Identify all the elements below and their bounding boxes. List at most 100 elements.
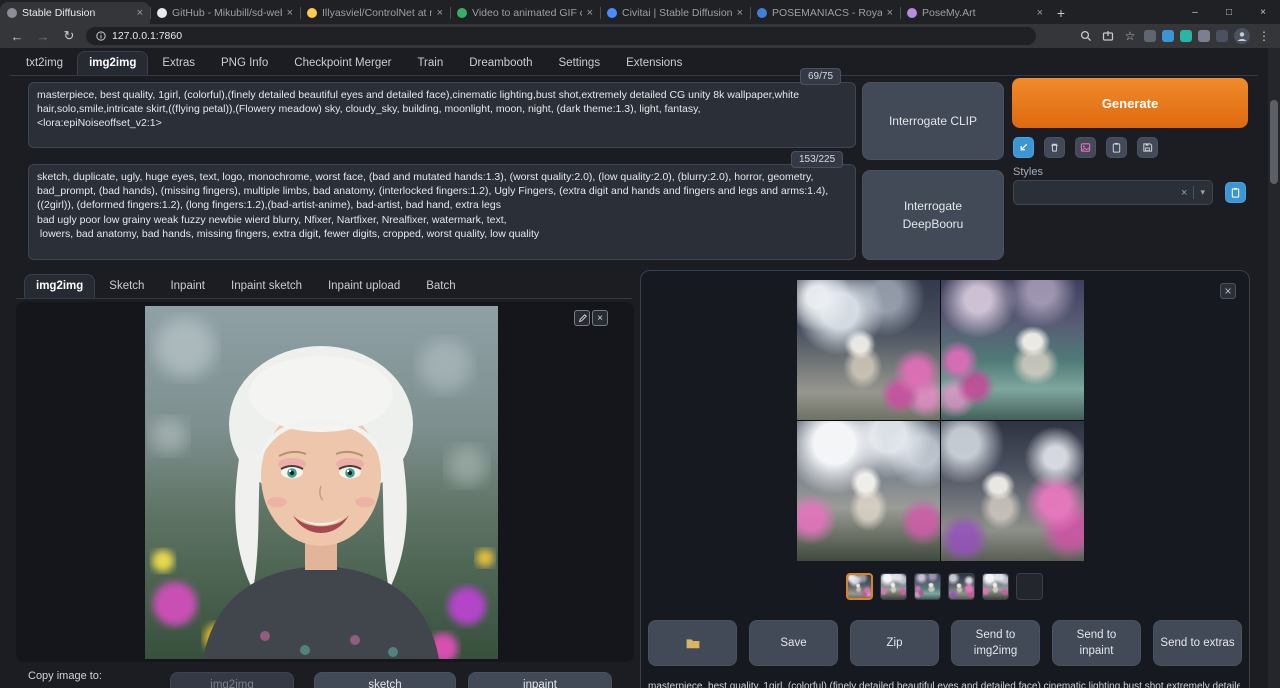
tab-batch[interactable]: Batch	[414, 274, 467, 298]
site-info-icon[interactable]	[96, 31, 106, 41]
styles-refresh-button[interactable]	[1225, 182, 1246, 203]
clear-selection-icon[interactable]: ×	[1181, 187, 1187, 199]
favicon-icon	[307, 8, 317, 18]
gallery-thumbnail[interactable]	[982, 573, 1009, 600]
open-folder-button[interactable]	[648, 620, 737, 666]
gallery-thumbnail[interactable]	[914, 573, 941, 600]
tab-img2img[interactable]: img2img	[77, 51, 148, 75]
tab-inpaint[interactable]: Inpaint	[158, 274, 217, 298]
copy-to-inpaint-button[interactable]: inpaint	[468, 672, 612, 688]
scrollbar-thumb[interactable]	[1270, 100, 1278, 184]
tab-close-icon[interactable]: ×	[437, 8, 443, 19]
tab-checkpoint-merger[interactable]: Checkpoint Merger	[282, 51, 403, 75]
tab-extensions[interactable]: Extensions	[614, 51, 694, 75]
extension-icon[interactable]	[1180, 30, 1192, 42]
styles-dropdown[interactable]: × ▾	[1013, 180, 1213, 205]
gallery-thumbnail[interactable]	[880, 573, 907, 600]
gallery-thumbnails	[846, 573, 1043, 600]
clear-prompt-button[interactable]	[1044, 137, 1065, 158]
negative-prompt-input[interactable]: sketch, duplicate, ugly, huge eyes, text…	[28, 164, 856, 260]
copy-image-to-label: Copy image to:	[28, 670, 102, 682]
send-to-img2img-button[interactable]: Send to img2img	[951, 620, 1040, 666]
pencil-icon	[578, 314, 587, 323]
zip-button[interactable]: Zip	[850, 620, 939, 666]
gallery-image[interactable]	[797, 421, 940, 561]
remove-image-button[interactable]: ×	[592, 310, 608, 326]
extension-icon[interactable]	[1216, 30, 1228, 42]
extension-icon[interactable]	[1144, 30, 1156, 42]
tab-close-icon[interactable]: ×	[287, 8, 293, 19]
browser-tabstrip: Stable Diffusion × GitHub - Mikubill/sd-…	[0, 0, 1280, 24]
bookmark-star-icon[interactable]: ☆	[1122, 28, 1138, 44]
browser-tab-civitai[interactable]: Civitai | Stable Diffusion model... ×	[600, 2, 750, 24]
close-window-button[interactable]: ×	[1246, 0, 1280, 24]
source-image[interactable]	[145, 306, 498, 659]
url-text: 127.0.0.1:7860	[112, 30, 182, 42]
paste-params-button[interactable]	[1013, 137, 1034, 158]
browser-menu-icon[interactable]: ⋮	[1256, 28, 1272, 44]
copy-to-img2img-button[interactable]: img2img	[170, 672, 294, 688]
generate-button[interactable]: Generate	[1012, 78, 1248, 128]
forward-icon[interactable]: →	[34, 29, 52, 44]
new-tab-button[interactable]: +	[1050, 2, 1072, 24]
browser-tab-controlnet[interactable]: Illyasviel/ControlNet at main ×	[300, 2, 450, 24]
extension-icon[interactable]	[1198, 30, 1210, 42]
nav-tab-divider	[10, 75, 1258, 76]
tab-txt2img[interactable]: txt2img	[14, 51, 75, 75]
tab-inpaint-sketch[interactable]: Inpaint sketch	[219, 274, 314, 298]
chevron-down-icon[interactable]: ▾	[1200, 187, 1205, 198]
minimize-button[interactable]: –	[1178, 0, 1212, 24]
gallery-image[interactable]	[941, 280, 1084, 420]
tab-close-icon[interactable]: ×	[1037, 8, 1043, 19]
send-to-inpaint-button[interactable]: Send to inpaint	[1052, 620, 1141, 666]
copy-to-sketch-button[interactable]: sketch	[314, 672, 456, 688]
interrogate-clip-button[interactable]: Interrogate CLIP	[862, 82, 1004, 160]
browser-tab-posemaniacs[interactable]: POSEMANIACS - Royalty free 3... ×	[750, 2, 900, 24]
browser-tab-gif-converter[interactable]: Video to animated GIF converter ×	[450, 2, 600, 24]
extension-icon[interactable]	[1162, 30, 1174, 42]
browser-tab-posemyart[interactable]: PoseMy.Art ×	[900, 2, 1050, 24]
tab-img2img-mode[interactable]: img2img	[24, 274, 95, 298]
save-button[interactable]: Save	[749, 620, 838, 666]
browser-tab-github[interactable]: GitHub - Mikubill/sd-webui-con... ×	[150, 2, 300, 24]
extra-networks-button[interactable]	[1075, 137, 1096, 158]
tab-settings[interactable]: Settings	[547, 51, 613, 75]
save-style-button[interactable]	[1137, 137, 1158, 158]
edit-image-button[interactable]	[574, 310, 590, 326]
negative-token-counter: 153/225	[791, 151, 843, 168]
share-icon[interactable]	[1100, 28, 1116, 44]
prompt-input[interactable]: masterpiece, best quality, 1girl, (color…	[28, 82, 856, 148]
apply-styles-button[interactable]	[1106, 137, 1127, 158]
tab-dreambooth[interactable]: Dreambooth	[457, 51, 544, 75]
tab-train[interactable]: Train	[405, 51, 455, 75]
gallery-image[interactable]	[941, 421, 1084, 561]
gallery-thumbnail[interactable]	[846, 573, 873, 600]
maximize-button[interactable]: □	[1212, 0, 1246, 24]
tab-close-icon[interactable]: ×	[887, 8, 893, 19]
profile-avatar[interactable]	[1234, 28, 1250, 44]
gallery-image[interactable]	[797, 280, 940, 420]
gallery-thumbnail[interactable]	[948, 573, 975, 600]
tab-sketch[interactable]: Sketch	[97, 274, 156, 298]
favicon-icon	[457, 8, 467, 18]
gallery-close-button[interactable]: ×	[1220, 283, 1236, 299]
tab-extras[interactable]: Extras	[150, 51, 207, 75]
tab-close-icon[interactable]: ×	[737, 8, 743, 19]
address-bar[interactable]: 127.0.0.1:7860	[86, 27, 1036, 45]
zoom-icon[interactable]	[1078, 28, 1094, 44]
browser-tab-stable-diffusion[interactable]: Stable Diffusion ×	[0, 2, 150, 24]
folder-icon	[685, 636, 701, 650]
interrogate-deepbooru-button[interactable]: Interrogate DeepBooru	[862, 170, 1004, 260]
tab-inpaint-upload[interactable]: Inpaint upload	[316, 274, 412, 298]
tab-close-icon[interactable]: ×	[137, 8, 143, 19]
prompt-token-counter: 69/75	[800, 68, 841, 85]
image-card-icon	[1080, 142, 1091, 153]
tab-title: GitHub - Mikubill/sd-webui-con...	[172, 7, 282, 19]
back-icon[interactable]: ←	[8, 29, 26, 44]
gallery-thumbnail[interactable]	[1016, 573, 1043, 600]
reload-icon[interactable]: ↻	[60, 28, 78, 44]
styles-label: Styles	[1013, 166, 1043, 178]
tab-close-icon[interactable]: ×	[587, 8, 593, 19]
tab-png-info[interactable]: PNG Info	[209, 51, 280, 75]
send-to-extras-button[interactable]: Send to extras	[1153, 620, 1242, 666]
